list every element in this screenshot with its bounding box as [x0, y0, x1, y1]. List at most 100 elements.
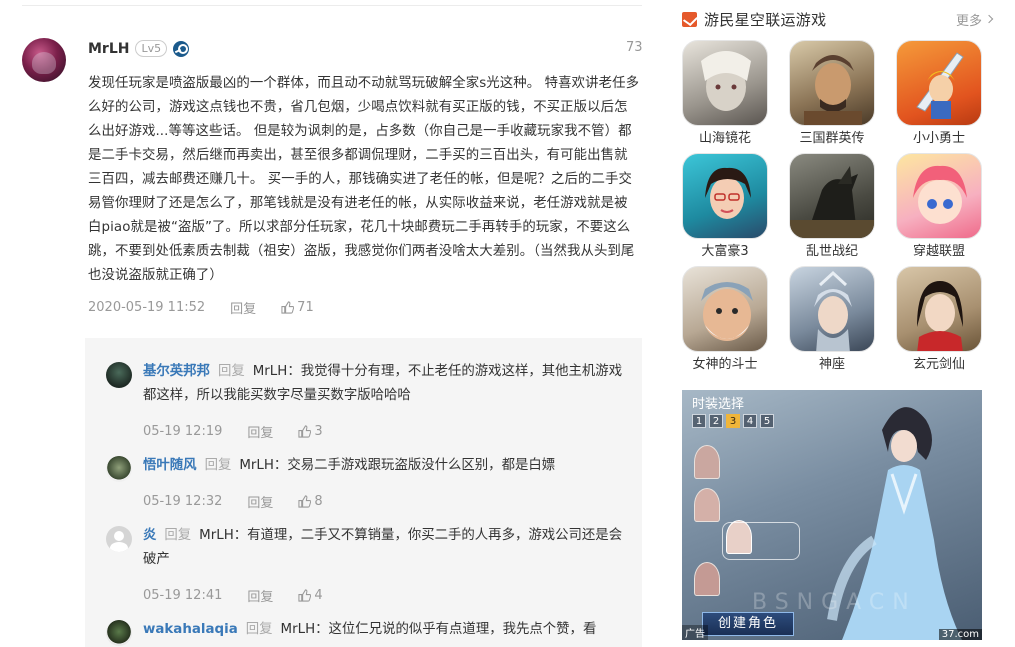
game-icon: [682, 153, 768, 239]
game-tile[interactable]: 女神的斗士: [682, 266, 768, 374]
comment-body: 发现任玩家是喷盗版最凶的一个群体，而且动不动就骂玩破解全家s光这种。 特喜欢讲老…: [88, 76, 640, 283]
divider: [22, 5, 642, 6]
reply-avatar[interactable]: [106, 526, 132, 552]
ad-tab[interactable]: 5: [760, 414, 774, 428]
reply-time: 05-19 12:32: [143, 494, 223, 509]
reply-username[interactable]: 悟叶随风: [143, 458, 197, 473]
reply-keyword: 回复: [164, 528, 192, 543]
reply-avatar[interactable]: [106, 456, 132, 482]
game-tile[interactable]: 小小勇士: [896, 40, 982, 148]
ad-tab-active[interactable]: 3: [726, 414, 740, 428]
reply-keyword: 回复: [204, 458, 232, 473]
ad-banner[interactable]: 时装选择 1 2 3 4 5 BSNGACN 创建角色 广告 37.com: [682, 390, 982, 640]
reply-keyword: 回复: [245, 622, 273, 637]
game-tile[interactable]: 三国群英传: [789, 40, 875, 148]
like-count: 71: [297, 300, 314, 315]
reply-text: 悟叶随风 回复 MrLH：交易二手游戏跟玩盗版没什么区别，都是白嫖: [143, 454, 623, 478]
selection-frame: [722, 522, 800, 560]
chevron-right-icon: [984, 14, 994, 24]
game-name: 女神的斗士: [692, 357, 758, 372]
floor-number: 73: [626, 40, 643, 55]
sidebar-title: 游民星空联运游戏: [704, 10, 827, 29]
game-tile[interactable]: 穿越联盟: [896, 153, 982, 261]
game-icon: [682, 40, 768, 126]
character-thumb: [694, 562, 720, 596]
reply-button[interactable]: 回复: [247, 492, 273, 511]
thumb-up-icon: [281, 301, 295, 314]
reply-time: 05-19 12:19: [143, 424, 223, 439]
like-button[interactable]: 8: [298, 494, 323, 509]
reply-text: 炎回复 MrLH：有道理，二手又不算销量，你买二手的人再多，游戏公司还是会破产: [143, 524, 623, 572]
game-name: 玄元剑仙: [912, 357, 965, 372]
ad-tab[interactable]: 2: [709, 414, 723, 428]
reply-username[interactable]: 基尔英邦邦: [143, 364, 210, 379]
reply-content: MrLH：我觉得十分有理，不止老任的游戏这样，其他主机游戏都这样，所以我能买数字…: [143, 364, 623, 403]
reply-button[interactable]: 回复: [247, 422, 273, 441]
more-link[interactable]: 更多: [955, 10, 994, 29]
game-tile[interactable]: 玄元剑仙: [896, 266, 982, 374]
reply-list: 基尔英邦邦 回复 MrLH：我觉得十分有理，不止老任的游戏这样，其他主机游戏都这样，…: [85, 338, 642, 647]
reply-time: 05-19 12:41: [143, 588, 223, 603]
reply-meta: 05-19 12:32 回复 8: [143, 492, 323, 511]
game-tile[interactable]: 大富豪3: [682, 153, 768, 261]
like-count: 8: [314, 494, 323, 509]
sidebar-header: 游民星空联运游戏 更多: [682, 8, 994, 30]
ad-tab[interactable]: 1: [692, 414, 706, 428]
game-name: 神座: [818, 357, 845, 372]
reply-button[interactable]: 回复: [247, 586, 273, 605]
reply-text: 基尔英邦邦 回复 MrLH：我觉得十分有理，不止老任的游戏这样，其他主机游戏都这样，…: [143, 360, 623, 408]
comment-time: 2020-05-19 11:52: [88, 300, 206, 315]
thumb-up-icon: [298, 495, 312, 508]
game-tile[interactable]: 神座: [789, 266, 875, 374]
game-name: 大富豪3: [701, 244, 749, 259]
comment-meta: 2020-05-19 11:52 回复 71: [88, 298, 314, 317]
create-character-button[interactable]: 创建角色: [702, 612, 794, 636]
steam-icon[interactable]: [173, 40, 190, 57]
ad-label: 广告: [682, 625, 708, 640]
reply-content: MrLH：有道理，二手又不算销量，你买二手的人再多，游戏公司还是会破产: [143, 528, 623, 567]
game-name: 三国群英传: [799, 131, 865, 146]
character-thumb: [694, 445, 720, 479]
reply-meta: 05-19 12:41 回复 4: [143, 586, 323, 605]
game-icon: [896, 153, 982, 239]
like-button[interactable]: 71: [281, 300, 314, 315]
reply-username[interactable]: 炎: [143, 528, 156, 543]
like-count: 3: [314, 424, 323, 439]
thumb-up-icon: [298, 425, 312, 438]
thumb-up-icon: [298, 589, 312, 602]
sidebar: 游民星空联运游戏 更多 山海镜花 三国群英传 小小勇士 大富豪3 乱世战纪 穿越…: [668, 0, 1015, 647]
reply-content: MrLH：交易二手游戏跟玩盗版没什么区别，都是白嫖: [239, 458, 556, 473]
comment-header: MrLH Lv5: [88, 40, 190, 57]
ad-tab[interactable]: 4: [743, 414, 757, 428]
like-button[interactable]: 4: [298, 588, 323, 603]
reply-avatar[interactable]: [106, 362, 132, 388]
game-name: 乱世战纪: [805, 244, 858, 259]
user-avatar[interactable]: [22, 38, 66, 82]
game-icon: [789, 153, 875, 239]
reply-avatar[interactable]: [106, 620, 132, 646]
game-name: 山海镜花: [698, 131, 751, 146]
comment-section: MrLH Lv5 73 发现任玩家是喷盗版最凶的一个群体，而且动不动就骂玩破解全…: [0, 0, 660, 647]
more-label: 更多: [955, 13, 982, 29]
comment-username[interactable]: MrLH: [88, 41, 129, 57]
reply-meta: 05-19 12:19 回复 3: [143, 422, 323, 441]
game-icon: [789, 40, 875, 126]
reply-username[interactable]: wakahalaqia: [143, 622, 238, 637]
reply-text: wakahalaqia 回复 MrLH：这位仁兄说的似乎有点道理，我先点个赞，看: [143, 618, 623, 642]
game-name: 小小勇士: [912, 131, 965, 146]
ad-source: 37.com: [938, 629, 982, 640]
gamersky-logo-icon: [682, 11, 697, 27]
ad-title: 时装选择: [692, 397, 745, 412]
game-icon: [896, 266, 982, 352]
game-icon: [789, 266, 875, 352]
ad-tabs: 1 2 3 4 5: [692, 414, 774, 428]
game-tile[interactable]: 山海镜花: [682, 40, 768, 148]
reply-keyword: 回复: [217, 364, 245, 379]
game-name: 穿越联盟: [912, 244, 965, 259]
game-icon: [896, 40, 982, 126]
character-thumb: [694, 488, 720, 522]
like-button[interactable]: 3: [298, 424, 323, 439]
reply-button[interactable]: 回复: [230, 298, 256, 317]
game-icon: [682, 266, 768, 352]
game-tile[interactable]: 乱世战纪: [789, 153, 875, 261]
